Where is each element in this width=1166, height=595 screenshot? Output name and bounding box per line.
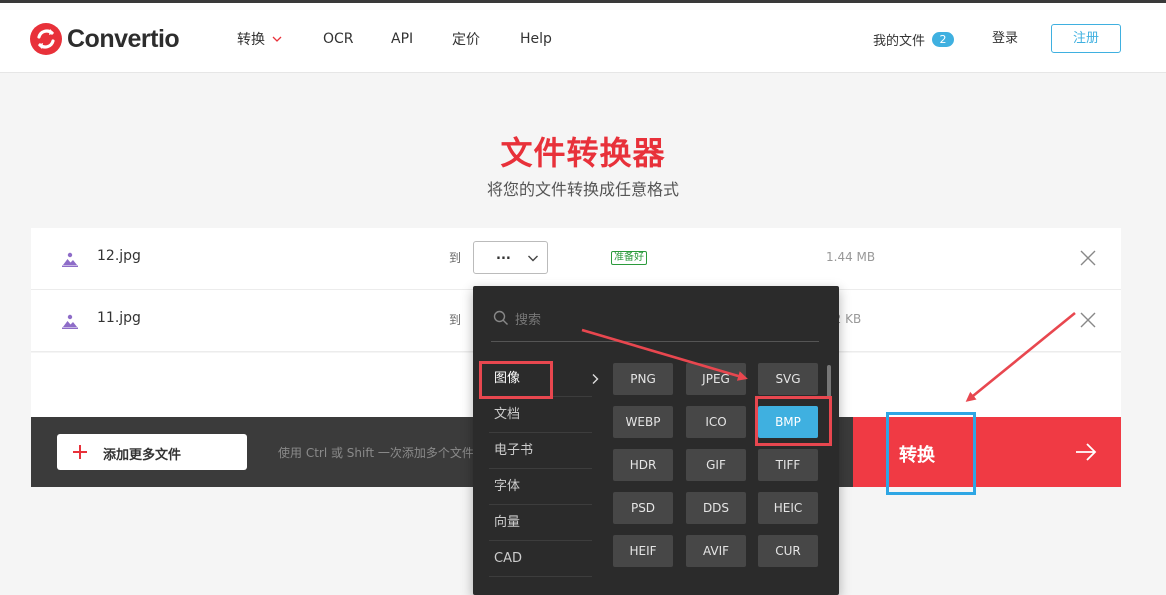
file-name: 12.jpg <box>97 248 141 264</box>
search-placeholder: 搜索 <box>515 313 542 328</box>
target-format-value: ... <box>496 248 511 263</box>
login-link[interactable]: 登录 <box>992 29 1018 49</box>
my-files-label: 我的文件 <box>873 33 926 49</box>
category-ebook[interactable]: 电子书 <box>489 433 592 469</box>
site-header: Convertio 转换 OCR API 定价 Help 我的文件 2 登录 注… <box>0 3 1166 73</box>
nav-pricing[interactable]: 定价 <box>452 29 480 49</box>
to-label: 到 <box>449 251 462 265</box>
category-document[interactable]: 文档 <box>489 397 592 433</box>
brand-name: Convertio <box>67 24 180 53</box>
close-icon[interactable] <box>1079 311 1097 329</box>
format-scrollbar[interactable] <box>827 365 831 399</box>
format-gif[interactable]: GIF <box>686 449 746 481</box>
nav-help[interactable]: Help <box>520 29 552 49</box>
bmp-highlight-box <box>755 396 832 446</box>
format-heif[interactable]: HEIF <box>613 535 673 567</box>
nav-api[interactable]: API <box>391 29 413 49</box>
format-dds[interactable]: DDS <box>686 492 746 524</box>
add-more-files-label: 添加更多文件 <box>103 448 182 463</box>
my-files-link[interactable]: 我的文件 2 <box>873 29 955 49</box>
nav-ocr[interactable]: OCR <box>323 29 354 49</box>
nav-convert[interactable]: 转换 <box>237 29 283 49</box>
category-cad[interactable]: CAD <box>489 541 592 577</box>
format-ico[interactable]: ICO <box>686 406 746 438</box>
plus-icon <box>73 445 87 459</box>
chevron-right-icon <box>592 374 599 384</box>
file-row: 12.jpg 到 ... 准备好 1.44 MB <box>31 228 1121 290</box>
target-format-select[interactable]: ... <box>473 241 548 274</box>
file-size: 1.44 MB <box>826 250 876 264</box>
to-label: 到 <box>449 313 462 327</box>
format-psd[interactable]: PSD <box>613 492 673 524</box>
category-font[interactable]: 字体 <box>489 469 592 505</box>
add-more-files-button[interactable]: 添加更多文件 <box>57 434 247 470</box>
format-heic[interactable]: HEIC <box>758 492 818 524</box>
format-cur[interactable]: CUR <box>758 535 818 567</box>
format-svg[interactable]: SVG <box>758 363 818 395</box>
category-highlight-box <box>479 361 553 399</box>
format-avif[interactable]: AVIF <box>686 535 746 567</box>
format-hdr[interactable]: HDR <box>613 449 673 481</box>
signup-button[interactable]: 注册 <box>1051 24 1121 53</box>
format-webp[interactable]: WEBP <box>613 406 673 438</box>
page-title: 文件转换器 <box>500 134 666 172</box>
image-file-icon <box>62 314 78 329</box>
close-icon[interactable] <box>1079 249 1097 267</box>
convert-highlight-box <box>886 412 976 495</box>
format-png[interactable]: PNG <box>613 363 673 395</box>
page-subtitle: 将您的文件转换成任意格式 <box>486 180 679 199</box>
format-tiff[interactable]: TIFF <box>758 449 818 481</box>
chevron-down-icon <box>272 36 282 42</box>
image-file-icon <box>62 252 78 267</box>
search-icon <box>493 310 508 325</box>
chevron-down-icon <box>528 255 538 262</box>
arrow-right-icon <box>1076 443 1097 461</box>
convertio-logo-icon <box>30 23 62 55</box>
format-jpeg[interactable]: JPEG <box>686 363 746 395</box>
files-count-badge: 2 <box>932 31 955 47</box>
multi-select-hint: 使用 Ctrl 或 Shift 一次添加多个文件 <box>278 446 474 460</box>
format-search[interactable]: 搜索 <box>491 306 819 342</box>
nav-convert-label: 转换 <box>237 32 265 48</box>
category-vector[interactable]: 向量 <box>489 505 592 541</box>
file-name: 11.jpg <box>97 310 141 326</box>
status-badge: 准备好 <box>611 251 647 265</box>
brand-logo[interactable]: Convertio <box>30 23 180 55</box>
